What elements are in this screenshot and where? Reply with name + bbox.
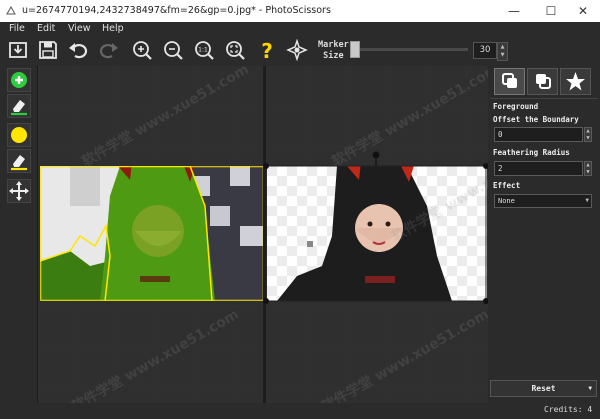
marker-size-slider-thumb[interactable] bbox=[350, 41, 360, 58]
open-icon[interactable] bbox=[7, 39, 29, 61]
section-title: Foreground bbox=[493, 102, 539, 111]
marker-size-label: Marker Size bbox=[318, 40, 349, 61]
close-button[interactable]: ✕ bbox=[566, 0, 600, 22]
source-image bbox=[40, 166, 264, 301]
foreground-settings: Foreground Offset the Boundary 0 ▲ ▼ Feat… bbox=[490, 98, 598, 391]
effect-select[interactable]: None ▼ bbox=[494, 194, 592, 208]
menu-help[interactable]: Help bbox=[102, 23, 124, 34]
result-canvas[interactable] bbox=[263, 66, 489, 403]
effect-select-value: None bbox=[498, 197, 515, 205]
move-icon[interactable] bbox=[7, 179, 31, 203]
properties-panel: Foreground Offset the Boundary 0 ▲ ▼ Feat… bbox=[488, 66, 600, 419]
minimize-button[interactable]: — bbox=[497, 0, 531, 22]
background-tab[interactable] bbox=[527, 68, 558, 95]
zoom-in-icon[interactable] bbox=[131, 39, 153, 61]
offset-spinner[interactable]: ▲ ▼ bbox=[584, 127, 592, 142]
zoom-fit-icon[interactable] bbox=[224, 39, 246, 61]
marker-size-spinner[interactable]: ▲ ▼ bbox=[497, 42, 508, 61]
background-eraser-icon[interactable] bbox=[7, 149, 31, 173]
marker-size-input[interactable]: 30 bbox=[473, 42, 497, 59]
feathering-label: Feathering Radius bbox=[493, 148, 570, 157]
maximize-button[interactable]: ☐ bbox=[534, 0, 568, 22]
zoom-actual-icon[interactable]: 1:1 bbox=[193, 39, 215, 61]
left-toolbar bbox=[0, 66, 36, 419]
feathering-spinner[interactable]: ▲ ▼ bbox=[584, 161, 592, 176]
reset-label: Reset bbox=[531, 384, 556, 393]
menu-bar: File Edit View Help bbox=[0, 22, 600, 36]
marker-size-slider-track[interactable] bbox=[354, 48, 468, 51]
svg-text:1:1: 1:1 bbox=[198, 47, 208, 54]
menu-file[interactable]: File bbox=[9, 23, 25, 34]
offset-input[interactable]: 0 bbox=[494, 127, 583, 142]
app-icon bbox=[5, 5, 17, 17]
credits-label: Credits: 4 bbox=[544, 405, 593, 414]
offset-label: Offset the Boundary bbox=[493, 115, 579, 124]
settings-icon[interactable] bbox=[286, 38, 308, 62]
undo-icon[interactable] bbox=[67, 39, 89, 61]
menu-view[interactable]: View bbox=[68, 23, 91, 34]
effect-label: Effect bbox=[493, 181, 521, 190]
save-icon[interactable] bbox=[37, 39, 59, 61]
background-marker-icon[interactable] bbox=[7, 123, 31, 147]
zoom-out-icon[interactable] bbox=[162, 39, 184, 61]
chevron-down-icon: ▼ bbox=[585, 197, 589, 204]
reset-button[interactable]: Reset ▼ bbox=[490, 380, 597, 397]
title-bar: u=2674770194,2432738497&fm=26&gp=0.jpg* … bbox=[0, 0, 600, 22]
chevron-down-icon: ▼ bbox=[588, 385, 592, 392]
menu-edit[interactable]: Edit bbox=[37, 23, 55, 34]
status-bar bbox=[0, 403, 488, 419]
foreground-tab[interactable] bbox=[494, 68, 525, 95]
toolbar: 1:1 ? Marker Size 30 ▲ ▼ bbox=[0, 36, 600, 67]
svg-text:?: ? bbox=[261, 39, 273, 61]
foreground-marker-icon[interactable] bbox=[7, 68, 31, 92]
foreground-eraser-icon[interactable] bbox=[7, 94, 31, 118]
effects-tab[interactable] bbox=[560, 68, 591, 95]
selection-frame[interactable] bbox=[262, 146, 492, 306]
feathering-input[interactable]: 2 bbox=[494, 161, 583, 176]
redo-icon[interactable] bbox=[98, 39, 120, 61]
window-title: u=2674770194,2432738497&fm=26&gp=0.jpg* … bbox=[22, 5, 331, 16]
help-icon[interactable]: ? bbox=[256, 39, 278, 63]
